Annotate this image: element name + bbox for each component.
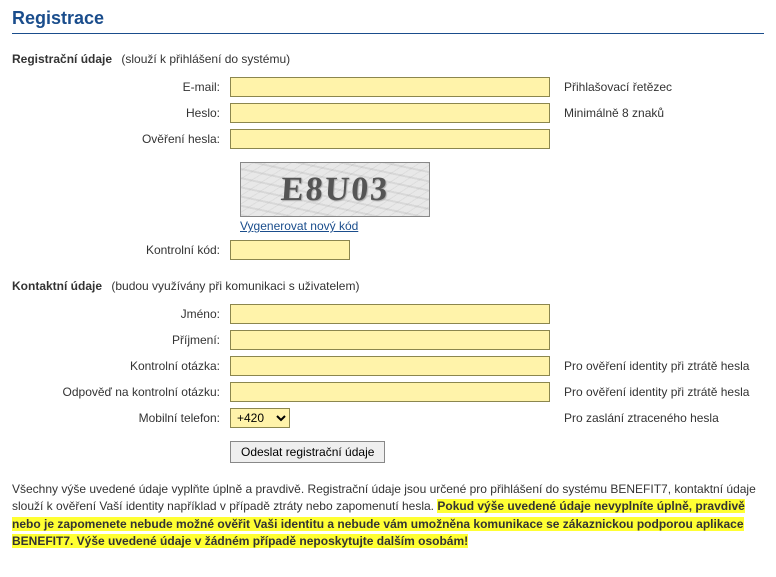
captcha-value: E8U03 <box>280 171 391 209</box>
row-password-confirm: Ověření hesla: <box>12 128 764 150</box>
hint-mobile: Pro zaslání ztraceného hesla <box>550 411 719 425</box>
password-confirm-field[interactable] <box>230 129 550 149</box>
section-registration-hint: (slouží k přihlášení do systému) <box>121 52 290 66</box>
label-security-answer: Odpověď na kontrolní otázku: <box>12 385 230 399</box>
password-field[interactable] <box>230 103 550 123</box>
label-lastname: Příjmení: <box>12 333 230 347</box>
divider <box>12 33 764 34</box>
label-security-question: Kontrolní otázka: <box>12 359 230 373</box>
section-contact-header: Kontaktní údaje (budou využívány při kom… <box>12 279 764 293</box>
email-field[interactable] <box>230 77 550 97</box>
hint-email: Přihlašovací řetězec <box>550 80 672 94</box>
row-password: Heslo: Minimálně 8 znaků <box>12 102 764 124</box>
label-email: E-mail: <box>12 80 230 94</box>
section-contact-hint: (budou využívány při komunikaci s uživat… <box>111 279 359 293</box>
captcha-image: E8U03 <box>240 162 430 217</box>
row-submit: Odeslat registrační údaje <box>12 441 764 463</box>
row-firstname: Jméno: <box>12 303 764 325</box>
row-security-question: Kontrolní otázka: Pro ověření identity p… <box>12 355 764 377</box>
mobile-prefix-select[interactable]: +420 <box>230 408 290 428</box>
security-question-field[interactable] <box>230 356 550 376</box>
lastname-field[interactable] <box>230 330 550 350</box>
label-firstname: Jméno: <box>12 307 230 321</box>
security-answer-field[interactable] <box>230 382 550 402</box>
section-registration-header: Registrační údaje (slouží k přihlášení d… <box>12 52 764 66</box>
captcha-regenerate-link[interactable]: Vygenerovat nový kód <box>240 219 764 233</box>
row-mobile: Mobilní telefon: +420 Pro zaslání ztrace… <box>12 407 764 429</box>
label-password-confirm: Ověření hesla: <box>12 132 230 146</box>
label-password: Heslo: <box>12 106 230 120</box>
submit-button[interactable]: Odeslat registrační údaje <box>230 441 385 463</box>
footer-text: Všechny výše uvedené údaje vyplňte úplně… <box>12 481 764 551</box>
row-security-answer: Odpověď na kontrolní otázku: Pro ověření… <box>12 381 764 403</box>
label-mobile: Mobilní telefon: <box>12 411 230 425</box>
label-captcha-code: Kontrolní kód: <box>12 243 230 257</box>
row-lastname: Příjmení: <box>12 329 764 351</box>
section-registration-label: Registrační údaje <box>12 52 112 66</box>
captcha-code-field[interactable] <box>230 240 350 260</box>
hint-security-question: Pro ověření identity při ztrátě hesla <box>550 359 749 373</box>
page-title: Registrace <box>12 8 764 29</box>
hint-password: Minimálně 8 znaků <box>550 106 664 120</box>
row-email: E-mail: Přihlašovací řetězec <box>12 76 764 98</box>
captcha-block: E8U03 Vygenerovat nový kód <box>240 162 764 233</box>
firstname-field[interactable] <box>230 304 550 324</box>
hint-security-answer: Pro ověření identity při ztrátě hesla <box>550 385 749 399</box>
section-contact-label: Kontaktní údaje <box>12 279 102 293</box>
row-captcha-code: Kontrolní kód: <box>12 239 764 261</box>
